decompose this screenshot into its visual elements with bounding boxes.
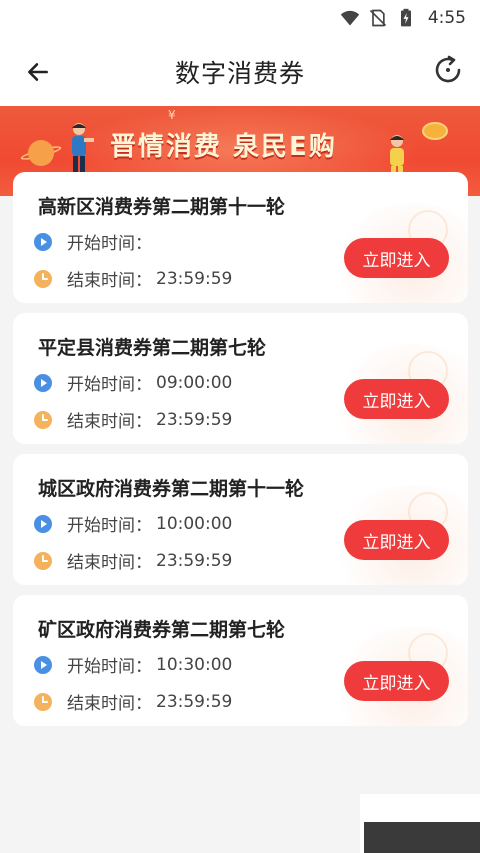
end-time-value: 23:59:59 [156,268,233,289]
start-time-label: 开始时间： [67,516,152,536]
clock-icon [34,692,52,711]
wifi-icon [340,10,359,26]
end-time-label: 结束时间： [67,412,152,432]
end-time-label: 结束时间： [67,694,152,714]
status-bar: 4:55 [0,0,480,36]
page-title: 数字消费券 [174,59,305,88]
no-sim-icon [369,9,386,27]
start-time-label: 开始时间： [67,234,152,254]
start-time-label: 开始时间： [67,657,152,677]
play-circle-icon [34,655,52,674]
planet-icon [28,140,54,166]
enter-button[interactable]: 立即进入 [344,661,449,701]
corner-thumbnail [360,794,480,853]
play-circle-icon [34,373,52,392]
banner-slogan: 晋情消费 泉民E购 [110,132,337,162]
start-time-value: 10:30:00 [156,654,233,675]
enter-button[interactable]: 立即进入 [344,238,449,278]
coin-icon [422,122,448,140]
refresh-icon [435,55,461,83]
battery-charging-icon [400,8,411,27]
end-time-row: 结束时间： 23:59:59 [33,689,232,714]
end-time-label: 结束时间： [67,553,152,573]
coupon-card[interactable]: 高新区消费券第二期第十一轮 开始时间： 结束时间： 23:59:59 立即进入 [13,172,468,303]
status-time: 4:55 [427,8,466,28]
play-circle-icon [34,514,52,533]
end-time-value: 23:59:59 [156,409,233,430]
enter-button[interactable]: 立即进入 [344,379,449,419]
start-time-row: 开始时间： 10:00:00 [33,511,232,536]
end-time-value: 23:59:59 [156,550,233,571]
end-time-row: 结束时间： 23:59:59 [33,266,232,291]
coupon-title: 城区政府消费券第二期第十一轮 [38,478,305,500]
enter-button[interactable]: 立即进入 [344,520,449,560]
shopper-figure-icon [72,123,94,174]
start-time-label: 开始时间： [67,375,152,395]
end-time-value: 23:59:59 [156,691,233,712]
yen-decoration-icon: ¥ [168,108,176,122]
app-bar: 数字消费券 [0,36,480,106]
clock-icon [34,551,52,570]
coupon-card[interactable]: 城区政府消费券第二期第十一轮 开始时间： 10:00:00 结束时间： 23:5… [13,454,468,585]
clock-icon [34,410,52,429]
start-time-row: 开始时间： 09:00:00 [33,370,232,395]
start-time-row: 开始时间： [33,229,156,254]
refresh-button[interactable] [430,52,466,88]
coupon-card[interactable]: 矿区政府消费券第二期第七轮 开始时间： 10:30:00 结束时间： 23:59… [13,595,468,726]
start-time-value: 09:00:00 [156,372,233,393]
thumbnail-image [364,822,480,853]
coupon-card[interactable]: 平定县消费券第二期第七轮 开始时间： 09:00:00 结束时间： 23:59:… [13,313,468,444]
start-time-value: 10:00:00 [156,513,233,534]
end-time-row: 结束时间： 23:59:59 [33,548,232,573]
coupon-title: 高新区消费券第二期第十一轮 [38,196,286,218]
start-time-row: 开始时间： 10:30:00 [33,652,232,677]
clock-icon [34,269,52,288]
coupon-title: 矿区政府消费券第二期第七轮 [38,619,286,641]
end-time-label: 结束时间： [67,271,152,291]
end-time-row: 结束时间： 23:59:59 [33,407,232,432]
coupon-title: 平定县消费券第二期第七轮 [38,337,267,359]
play-circle-icon [34,232,52,251]
